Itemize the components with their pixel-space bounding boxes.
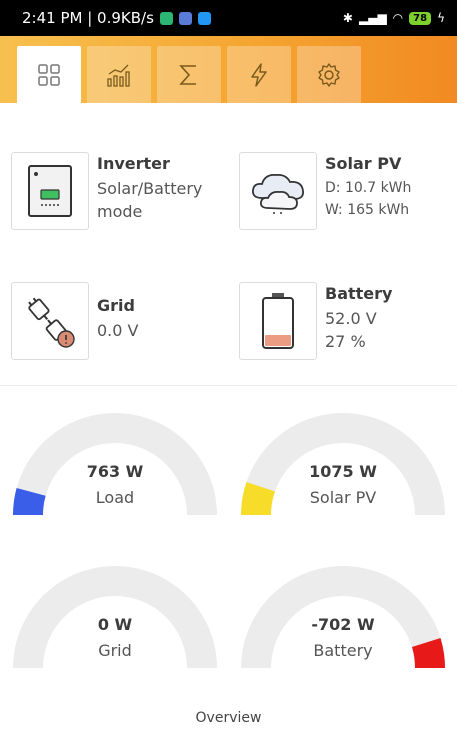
grid-gauge: 0 W Grid [10, 563, 220, 673]
inverter-icon-box [11, 152, 89, 230]
grid-icon [38, 63, 60, 86]
grid-title: Grid [97, 296, 135, 315]
chart-icon [107, 64, 130, 87]
grid-card[interactable]: Grid 0.0 V [11, 282, 138, 360]
tab-totals[interactable] [157, 46, 221, 103]
load-label: Load [95, 488, 135, 507]
cloud-notification-icon [197, 11, 211, 25]
charging-icon: ϟ [437, 11, 445, 25]
inverter-mode-line2: mode [97, 202, 143, 221]
gear-icon [318, 62, 340, 87]
cloud-icon [252, 173, 304, 214]
solar-daily-energy: D: 10.7 kWh [325, 180, 412, 196]
battery-voltage: 52.0 V [325, 309, 377, 328]
load-value: 763 W [86, 462, 144, 481]
grid-icon-box [11, 282, 89, 360]
solar-title: Solar PV [325, 154, 402, 173]
grid-label: Grid [98, 641, 132, 660]
battery-card[interactable]: Battery 52.0 V 27 % [239, 282, 392, 360]
grid-voltage: 0.0 V [97, 321, 139, 340]
solar-weekly-energy: W: 165 kWh [325, 202, 410, 218]
solar-pv-gauge: 1075 W Solar PV [238, 410, 448, 520]
inverter-card[interactable]: Inverter Solar/Battery mode [11, 152, 202, 230]
solar-pv-value: 1075 W [309, 462, 377, 481]
battery-title: Battery [325, 284, 393, 303]
solar-pv-label: Solar PV [309, 488, 377, 507]
grid-value: 0 W [97, 615, 133, 634]
battery-gauge: -702 W Battery [238, 563, 448, 673]
battery-percent: 27 % [325, 332, 366, 351]
battery-status-icon: 78 [409, 11, 432, 25]
tab-statistics[interactable] [87, 46, 151, 103]
status-bar: 2:41 PM | 0.9KB/s ✱ ▂▄▆ ◠ 78 ϟ [0, 0, 457, 36]
signal-icon: ▂▄▆ [358, 11, 387, 25]
app-notification-icon [178, 11, 192, 25]
battery-power-label: Battery [313, 641, 373, 660]
load-gauge: 763 W Load [10, 410, 220, 520]
sum-icon [179, 64, 196, 85]
tab-overview[interactable] [17, 46, 81, 103]
top-tab-bar [0, 36, 457, 103]
bluetooth-icon: ✱ [342, 11, 353, 25]
solar-pv-card[interactable]: Solar PV D: 10.7 kWh W: 165 kWh [239, 152, 411, 230]
status-time-speed: 2:41 PM | 0.9KB/s [22, 9, 154, 27]
inverter-icon [28, 165, 72, 217]
inverter-title: Inverter [97, 154, 170, 173]
tab-settings[interactable] [297, 46, 361, 103]
battery-icon-box [239, 282, 317, 360]
battery-icon [262, 293, 294, 349]
solar-icon-box [239, 152, 317, 230]
plug-disconnected-icon [28, 297, 75, 348]
overview-label: Overview [195, 710, 262, 726]
app-notification-icon [159, 11, 173, 25]
battery-power-value: -702 W [311, 615, 375, 634]
inverter-mode-line1: Solar/Battery [97, 179, 203, 198]
section-divider [0, 385, 457, 386]
wifi-icon: ◠ [392, 11, 404, 25]
tab-power[interactable] [227, 46, 291, 103]
lightning-icon [251, 62, 267, 87]
